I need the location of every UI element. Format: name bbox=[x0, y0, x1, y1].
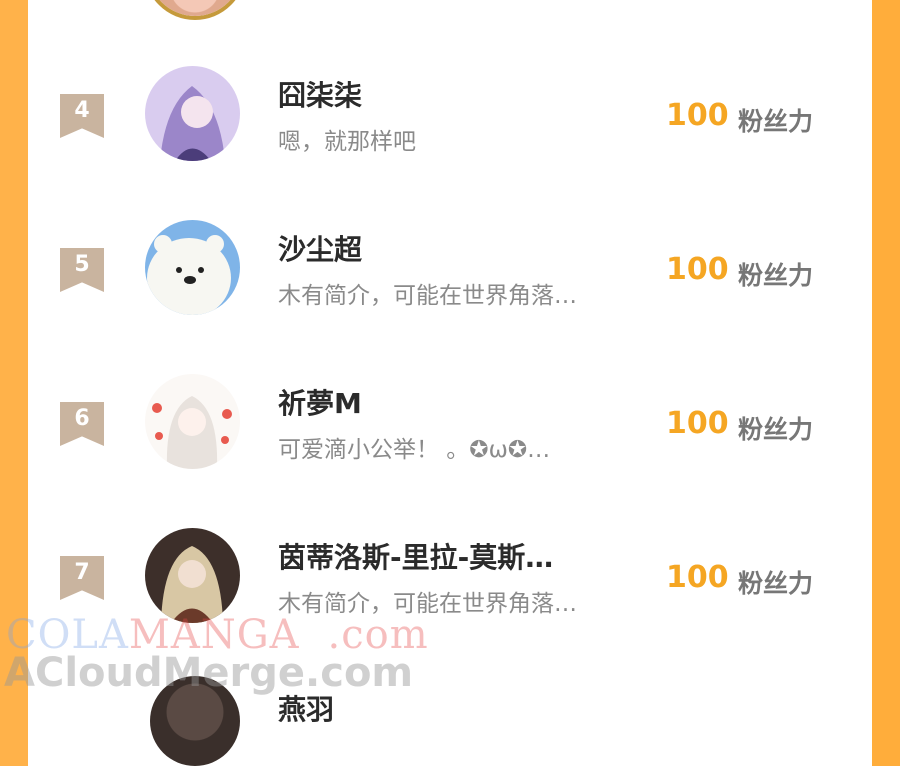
avatar[interactable] bbox=[145, 66, 240, 161]
avatar[interactable] bbox=[145, 220, 240, 315]
fan-score-unit: 粉丝力 bbox=[738, 261, 814, 290]
leaderboard-row[interactable]: 4 囧柒柒 嗯，就那样吧 100 粉丝力 bbox=[0, 66, 900, 186]
fan-score-unit: 粉丝力 bbox=[738, 569, 814, 598]
fan-score: 100 bbox=[666, 252, 729, 287]
fan-score: 100 bbox=[666, 406, 729, 441]
user-bio: 可爱滴小公举！ 。✪ω✪… bbox=[278, 437, 551, 463]
fan-score: 100 bbox=[666, 560, 729, 595]
leaderboard-row[interactable]: 5 沙尘超 木有简介，可能在世界角落… 100 粉丝力 bbox=[0, 220, 900, 340]
watermark-acloudmerge: ACloudMerge.com bbox=[4, 650, 414, 696]
fan-score-unit: 粉丝力 bbox=[738, 107, 814, 136]
user-bio: 木有简介，可能在世界角落… bbox=[278, 283, 577, 309]
username[interactable]: 祈夢M bbox=[278, 382, 362, 422]
username[interactable]: 囧柒柒 bbox=[278, 74, 362, 114]
user-bio: 嗯，就那样吧 bbox=[278, 129, 416, 155]
username[interactable]: 沙尘超 bbox=[278, 228, 362, 268]
fan-score-unit: 粉丝力 bbox=[738, 415, 814, 444]
avatar[interactable] bbox=[145, 374, 240, 469]
rank-badge: 4 bbox=[60, 94, 104, 138]
leaderboard-row[interactable]: 6 祈夢M 可爱滴小公举！ 。✪ω✪… 100 粉丝力 bbox=[0, 374, 900, 494]
rank-badge: 7 bbox=[60, 556, 104, 600]
rank-badge: 6 bbox=[60, 402, 104, 446]
avatar[interactable] bbox=[145, 528, 240, 623]
rank-badge: 5 bbox=[60, 248, 104, 292]
fan-score: 100 bbox=[666, 98, 729, 133]
username[interactable]: 茵蒂洛斯-里拉-莫斯… bbox=[278, 536, 553, 576]
